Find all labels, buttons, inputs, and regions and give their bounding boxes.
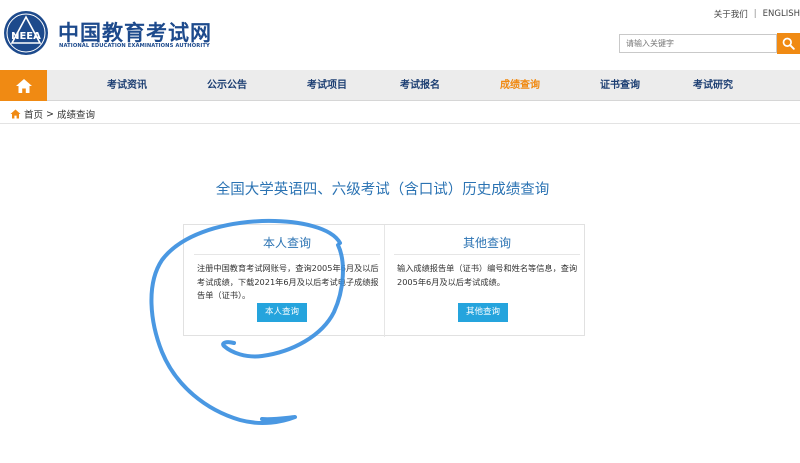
- breadcrumb-divider: [0, 123, 800, 124]
- home-icon: [10, 109, 21, 119]
- neea-logo-icon: NEEA: [4, 11, 48, 55]
- svg-text:NEEA: NEEA: [11, 31, 41, 42]
- card-title-rule: [394, 254, 580, 255]
- brand-title-en: NATIONAL EDUCATION EXAMINATIONS AUTHORIT…: [59, 43, 210, 49]
- other-query-card: 其他查询 输入成绩报告单（证书）编号和姓名等信息，查询2005年6月及以后考试成…: [394, 225, 580, 337]
- home-icon: [15, 78, 32, 93]
- nav-item-announcements[interactable]: 公示公告: [207, 70, 247, 101]
- self-query-title: 本人查询: [262, 236, 311, 250]
- breadcrumb-current: 成绩查询: [56, 110, 95, 121]
- nav-item-certificate-query[interactable]: 证书查询: [600, 70, 640, 101]
- nav-home-button[interactable]: [0, 70, 47, 101]
- panel-divider: [384, 225, 385, 337]
- breadcrumb: 首页 > 成绩查询: [10, 107, 95, 121]
- search-icon: [782, 37, 795, 50]
- other-query-description: 输入成绩报告单（证书）编号和姓名等信息，查询2005年6月及以后考试成绩。: [397, 263, 578, 287]
- site-header: NEEA 中国教育考试网 NATIONAL EDUCATION EXAMINAT…: [0, 0, 800, 70]
- other-query-button[interactable]: 其他查询: [458, 303, 509, 322]
- toplink-separator: |: [753, 9, 757, 19]
- top-links: 关于我们 | ENGLISH: [714, 8, 800, 20]
- self-query-description: 注册中国教育考试网账号，查询2005年6月及以后考试成绩，下载2021年6月及以…: [197, 263, 379, 300]
- page-title: 全国大学英语四、六级考试（含口试）历史成绩查询: [215, 182, 550, 198]
- search-button[interactable]: [777, 33, 800, 54]
- main-nav: 考试资讯 公示公告 考试项目 考试报名 成绩查询 证书查询 考试研究: [0, 70, 800, 101]
- nav-item-exam-programs[interactable]: 考试项目: [307, 70, 347, 101]
- query-panel: 本人查询 注册中国教育考试网账号，查询2005年6月及以后考试成绩，下载2021…: [183, 224, 585, 337]
- self-query-button[interactable]: 本人查询: [257, 303, 308, 322]
- neea-logo[interactable]: NEEA: [3, 10, 49, 56]
- other-query-title: 其他查询: [462, 236, 511, 250]
- about-us-link[interactable]: 关于我们: [714, 8, 748, 20]
- breadcrumb-home-link[interactable]: 首页: [24, 107, 43, 121]
- breadcrumb-separator: >: [46, 108, 54, 120]
- nav-item-score-query[interactable]: 成绩查询: [500, 70, 540, 101]
- search-input[interactable]: [619, 34, 777, 53]
- nav-item-exam-news[interactable]: 考试资讯: [107, 70, 147, 101]
- card-title-rule: [194, 254, 380, 255]
- self-query-card: 本人查询 注册中国教育考试网账号，查询2005年6月及以后考试成绩，下载2021…: [194, 225, 380, 337]
- nav-item-registration[interactable]: 考试报名: [400, 70, 440, 101]
- english-link[interactable]: ENGLISH: [763, 9, 800, 19]
- nav-item-exam-research[interactable]: 考试研究: [693, 70, 733, 101]
